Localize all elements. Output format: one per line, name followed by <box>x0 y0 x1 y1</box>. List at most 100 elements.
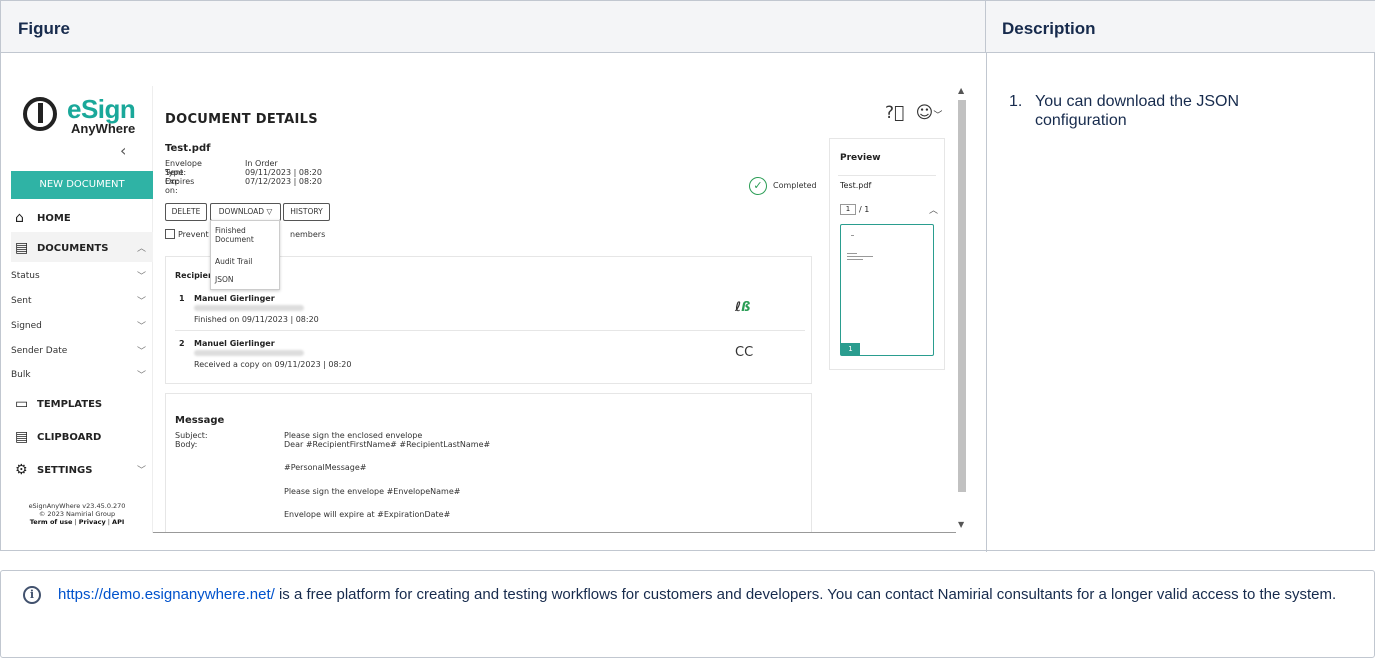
sidebar-item-label: TEMPLATES <box>37 399 103 410</box>
chevron-up-icon: ︿ <box>136 244 146 254</box>
delete-button[interactable]: DELETE <box>165 203 207 221</box>
chevron-down-icon: ﹀ <box>136 272 146 282</box>
sidebar-subitem-sent[interactable]: Sent ﹀ <box>11 296 146 307</box>
chevron-down-icon: ﹀ <box>136 371 146 381</box>
app-screenshot: eSign AnyWhere ‹ NEW DOCUMENT ⌂ HOME ▤ D… <box>1 86 973 533</box>
header-figure: Figure <box>1 1 986 53</box>
footer-separator: | <box>107 518 110 526</box>
top-icons: ?⃝ ☺﹀ <box>885 103 942 123</box>
gear-icon: ⚙ <box>15 462 28 478</box>
page-number-input[interactable]: 1 <box>840 204 856 215</box>
recipient-status: Received a copy on 09/11/2023 | 08:20 <box>194 360 352 369</box>
user-menu-icon[interactable]: ☺﹀ <box>916 103 943 123</box>
page-total: / 1 <box>859 205 870 214</box>
recipient-number: 1 <box>179 294 185 303</box>
status-text: Completed <box>773 181 817 190</box>
divider <box>153 532 956 533</box>
logo-icon <box>23 97 57 131</box>
message-header: Message <box>175 415 225 426</box>
sidebar-subitem-label: Bulk <box>11 370 31 380</box>
message-body-line: Dear #RecipientFirstName# #RecipientLast… <box>284 440 491 449</box>
message-body-line: #PersonalMessage# <box>284 463 367 472</box>
header-description: Description <box>986 1 1375 53</box>
thumb-page-number: 1 <box>841 343 860 355</box>
sidebar-subitem-label: Status <box>11 271 40 281</box>
divider <box>838 175 936 176</box>
recipient-name: Manuel Gierlinger <box>194 294 275 303</box>
terms-link[interactable]: Term of use <box>30 518 73 526</box>
logo-subtitle: AnyWhere <box>71 121 136 136</box>
logo: eSign AnyWhere <box>23 94 148 136</box>
check-circle-icon: ✓ <box>749 177 767 195</box>
chevron-down-icon: ﹀ <box>136 347 146 357</box>
info-panel: i https://demo.esignanywhere.net/ is a f… <box>0 570 1375 658</box>
main-content: DOCUMENT DETAILS ?⃝ ☺﹀ Test.pdf Envelope… <box>163 86 953 533</box>
message-body-line: Envelope will expire at #ExpirationDate# <box>284 510 451 519</box>
file-name: Test.pdf <box>165 143 211 154</box>
download-button[interactable]: DOWNLOAD ▽ <box>210 203 281 221</box>
scroll-up-icon[interactable]: ▲ <box>958 86 964 95</box>
preview-file-name: Test.pdf <box>840 181 872 190</box>
sidebar: eSign AnyWhere ‹ NEW DOCUMENT ⌂ HOME ▤ D… <box>1 86 153 533</box>
message-panel: Message Subject: Body: Please sign the e… <box>165 393 812 533</box>
meta-value: In Order <box>245 159 278 168</box>
sidebar-subitem-label: Sent <box>11 296 32 306</box>
thumb-line <box>847 259 863 260</box>
cc-label: CC <box>735 345 754 360</box>
clipboard-icon: ▤ <box>15 429 29 445</box>
thumb-line <box>847 253 857 254</box>
meta-value: 09/11/2023 | 08:20 <box>245 168 322 177</box>
figure-description-table: Figure Description 1. You can download t… <box>0 0 1375 552</box>
thumb-line <box>851 235 854 236</box>
sidebar-item-label: CLIPBOARD <box>37 432 102 443</box>
chevron-up-icon[interactable]: ︿ <box>929 203 938 216</box>
preview-panel: Preview Test.pdf 1 / 1 ︿ 1 <box>829 138 945 370</box>
sidebar-subitem-label: Sender Date <box>11 346 68 356</box>
description-text: You can download the JSON configuration <box>1035 93 1239 129</box>
download-dropdown: Finished Document Audit Trail JSON <box>210 220 280 290</box>
divider <box>175 330 805 331</box>
dropdown-item-finished-document[interactable]: Finished Document <box>215 226 255 244</box>
redacted-email <box>194 305 304 311</box>
scroll-down-icon[interactable]: ▼ <box>958 520 964 529</box>
sidebar-subitem-signed[interactable]: Signed ﹀ <box>11 321 146 332</box>
info-body: is a free platform for creating and test… <box>274 586 1337 603</box>
sidebar-item-label: HOME <box>37 213 71 224</box>
signature-icon: ℓß <box>735 300 751 315</box>
sidebar-item-label: DOCUMENTS <box>37 243 109 254</box>
api-link[interactable]: API <box>112 518 124 526</box>
help-icon[interactable]: ?⃝ <box>885 103 904 123</box>
prevent-checkbox[interactable] <box>165 229 175 239</box>
thumb-line <box>847 256 873 257</box>
copyright-text: © 2023 Namirial Group <box>38 510 116 518</box>
column-divider <box>986 53 987 552</box>
collapse-sidebar-icon[interactable]: ‹ <box>120 141 126 160</box>
chevron-down-icon: ﹀ <box>136 322 146 332</box>
sidebar-subitem-sender-date[interactable]: Sender Date ﹀ <box>11 346 146 357</box>
home-icon: ⌂ <box>15 210 24 226</box>
footer-separator: | <box>74 518 77 526</box>
body-label: Body: <box>175 440 198 449</box>
dropdown-item-audit-trail[interactable]: Audit Trail <box>215 257 252 266</box>
privacy-link[interactable]: Privacy <box>79 518 106 526</box>
scrollbar[interactable]: ▲ ▼ <box>956 86 968 533</box>
sidebar-subitem-label: Signed <box>11 321 42 331</box>
meta-key: Expires on: <box>165 177 195 195</box>
message-subject: Please sign the enclosed envelope <box>284 431 423 440</box>
recipient-status: Finished on 09/11/2023 | 08:20 <box>194 315 319 324</box>
sidebar-subitem-status[interactable]: Status ﹀ <box>11 271 146 282</box>
info-text: https://demo.esignanywhere.net/ is a fre… <box>58 586 1348 604</box>
page-thumbnail[interactable]: 1 <box>840 224 934 356</box>
message-body-line: Please sign the envelope #EnvelopeName# <box>284 487 461 496</box>
dropdown-item-json[interactable]: JSON <box>215 275 234 284</box>
sidebar-subitem-bulk[interactable]: Bulk ﹀ <box>11 370 146 381</box>
scrollbar-thumb[interactable] <box>958 100 966 492</box>
recipient-number: 2 <box>179 339 185 348</box>
history-button[interactable]: HISTORY <box>283 203 330 221</box>
info-icon: i <box>23 586 41 604</box>
sidebar-item-label: SETTINGS <box>37 465 93 476</box>
chevron-down-icon: ﹀ <box>136 466 146 476</box>
new-document-button[interactable]: NEW DOCUMENT <box>11 171 153 199</box>
meta-value: 07/12/2023 | 08:20 <box>245 177 322 186</box>
demo-link[interactable]: https://demo.esignanywhere.net/ <box>58 586 275 603</box>
